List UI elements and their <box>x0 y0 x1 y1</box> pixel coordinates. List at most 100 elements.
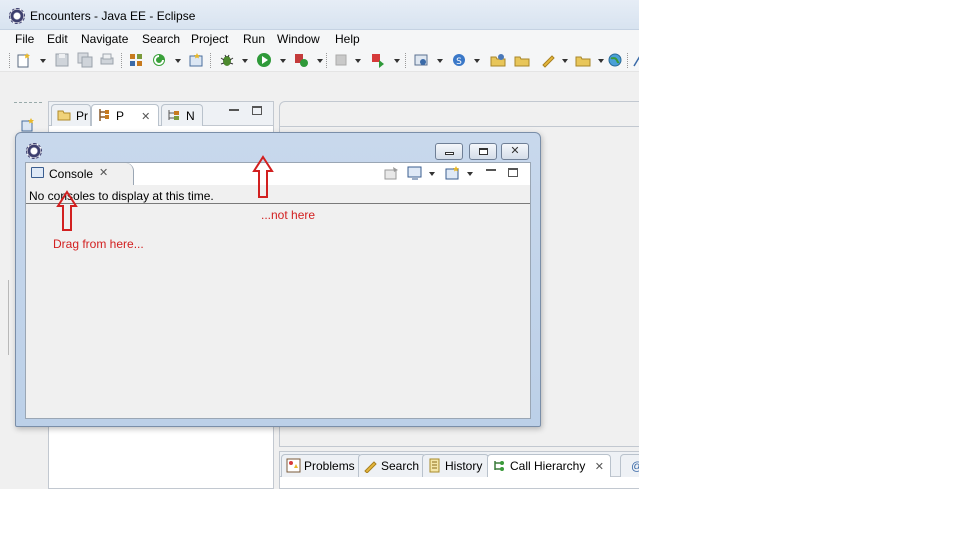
menu-edit[interactable]: Edit <box>47 32 68 46</box>
toolbar-separator <box>405 53 406 68</box>
run-dropdown-arrow[interactable] <box>280 59 286 63</box>
window-title: Encounters - Java EE - Eclipse <box>30 9 196 23</box>
menu-navigate[interactable]: Navigate <box>81 32 128 46</box>
bottom-view-tabs: Problems Search History Call Hierarchy ✕… <box>280 452 639 477</box>
tab-project-explorer[interactable]: P ✕ <box>91 104 159 126</box>
console-icon <box>31 167 44 178</box>
new-dropdown-arrow[interactable] <box>40 59 46 63</box>
print-icon[interactable] <box>99 52 115 68</box>
minimize-button[interactable] <box>435 143 463 160</box>
display-console-icon[interactable] <box>407 166 423 180</box>
tab-navigator[interactable]: N <box>161 104 203 126</box>
left-edge-sash[interactable] <box>8 280 14 355</box>
open-console-icon[interactable] <box>445 166 461 180</box>
close-icon[interactable]: ✕ <box>595 460 604 473</box>
tab-call-hierarchy[interactable]: Call Hierarchy ✕ <box>487 454 611 477</box>
open-project-icon[interactable] <box>575 52 591 68</box>
close-icon[interactable]: ✕ <box>141 110 150 123</box>
call-hierarchy-icon <box>494 461 504 471</box>
menu-search[interactable]: Search <box>142 32 180 46</box>
minimize-icon[interactable] <box>486 169 496 171</box>
new-icon[interactable] <box>16 52 32 68</box>
tab-label: N <box>186 109 195 123</box>
new-class-icon[interactable]: S <box>451 52 467 68</box>
open-type-folder-icon[interactable] <box>490 52 506 68</box>
up-arrow-not-here-annotation <box>252 155 274 198</box>
debug-dropdown-arrow[interactable] <box>242 59 248 63</box>
close-window-button[interactable]: ✕ <box>501 143 529 160</box>
refresh-icon[interactable] <box>151 52 167 68</box>
tab-problems[interactable]: Problems <box>281 454 362 477</box>
console-tab-label: Console <box>49 167 94 181</box>
toolbar-separator <box>326 53 327 68</box>
menu-help[interactable]: Help <box>335 32 360 46</box>
tab-label: Search <box>381 459 420 473</box>
restore-button[interactable] <box>469 143 497 160</box>
minimize-icon[interactable] <box>229 109 239 111</box>
tab-javadoc[interactable]: @ <box>620 454 639 477</box>
maximize-icon[interactable] <box>508 168 518 177</box>
console-content-divider <box>26 203 530 204</box>
tab-search[interactable]: Search <box>358 454 427 477</box>
new-server-dropdown-arrow[interactable] <box>437 59 443 63</box>
new-server-icon[interactable] <box>413 52 429 68</box>
run-server-dropdown-arrow[interactable] <box>317 59 323 63</box>
build-icon[interactable] <box>128 52 144 68</box>
menu-run[interactable]: Run <box>243 32 265 46</box>
tab-label: Call Hierarchy <box>510 459 586 473</box>
left-view-tabs: Pr P ✕ N <box>49 102 273 126</box>
toolbar-overflow-icon[interactable] <box>632 52 639 68</box>
left-stack-grip[interactable] <box>14 102 42 103</box>
save-icon[interactable] <box>54 52 70 68</box>
tab-package-explorer[interactable]: Pr <box>51 104 91 126</box>
menu-window[interactable]: Window <box>277 32 320 46</box>
restore-icon <box>479 148 488 155</box>
main-toolbar: S <box>0 48 639 72</box>
javadoc-icon: @ <box>631 459 639 473</box>
run-icon[interactable] <box>256 52 272 68</box>
svg-text:S: S <box>456 57 462 67</box>
menu-project[interactable]: Project <box>191 32 228 46</box>
close-icon[interactable]: ✕ <box>99 166 108 179</box>
toolbar-separator <box>121 53 122 68</box>
tab-label: P <box>116 109 124 123</box>
eclipse-app-icon[interactable] <box>9 8 25 24</box>
restore-view-icon[interactable] <box>20 117 36 133</box>
refresh-dropdown-arrow[interactable] <box>175 59 181 63</box>
menu-file[interactable]: File <box>15 32 34 46</box>
run-server-icon[interactable] <box>293 52 309 68</box>
stop-dropdown-arrow[interactable] <box>355 59 361 63</box>
toolbar-grip[interactable] <box>9 53 10 68</box>
external-tools-dropdown-arrow[interactable] <box>394 59 400 63</box>
external-tools-icon[interactable] <box>370 52 386 68</box>
tab-history[interactable]: History <box>422 454 490 477</box>
open-task-icon[interactable] <box>540 52 556 68</box>
debug-icon[interactable] <box>219 52 235 68</box>
pin-console-icon[interactable] <box>384 166 400 180</box>
tab-label: Problems <box>304 459 355 473</box>
close-icon: ✕ <box>510 145 520 157</box>
navigator-icon <box>168 110 179 120</box>
open-task-dropdown-arrow[interactable] <box>562 59 568 63</box>
toolbar-separator <box>627 53 628 68</box>
up-arrow-drag-annotation <box>56 190 78 231</box>
new-class-dropdown-arrow[interactable] <box>474 59 480 63</box>
tab-label: Pr <box>76 109 88 123</box>
tab-label: History <box>445 459 483 473</box>
open-project-dropdown-arrow[interactable] <box>598 59 604 63</box>
maximize-icon[interactable] <box>252 106 262 115</box>
web-browser-icon[interactable] <box>607 52 623 68</box>
open-type-icon[interactable] <box>188 52 204 68</box>
menu-bar: File Edit Navigate Search Project Run Wi… <box>0 30 639 48</box>
tab-console[interactable]: Console ✕ <box>26 163 134 185</box>
not-here-annotation: ...not here <box>261 208 316 222</box>
console-view: Console ✕ No consoles to display at this… <box>25 162 531 419</box>
display-console-dropdown-arrow[interactable] <box>429 172 435 176</box>
drag-from-annotation: Drag from here... <box>53 237 144 251</box>
title-bar[interactable]: Encounters - Java EE - Eclipse <box>0 0 639 30</box>
save-all-icon[interactable] <box>77 52 93 68</box>
open-console-dropdown-arrow[interactable] <box>467 172 473 176</box>
detached-console-window[interactable]: ✕ Console ✕ No consoles to display at th… <box>15 132 541 427</box>
open-folder-icon[interactable] <box>514 52 530 68</box>
stop-icon[interactable] <box>333 52 349 68</box>
